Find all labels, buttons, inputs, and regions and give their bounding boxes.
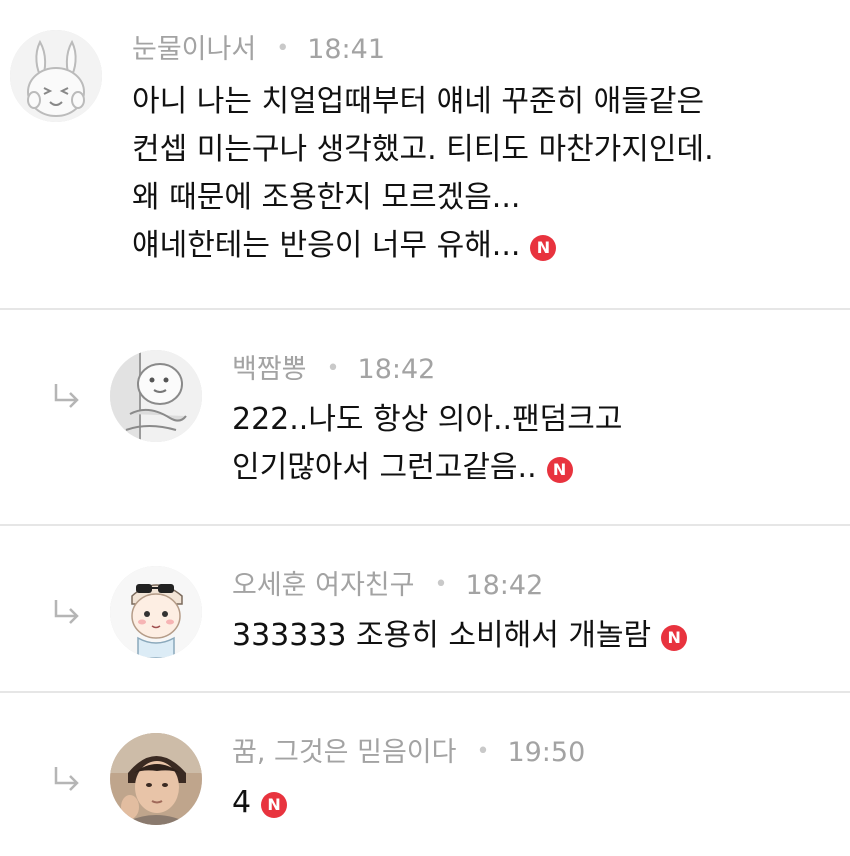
comment-line-last: 인기많아서 그런고같음.. N	[232, 444, 622, 492]
comment-meta: 오세훈 여자친구 • 18:42	[232, 568, 543, 603]
bunny-face-icon	[10, 30, 102, 122]
peeking-character-icon	[110, 350, 202, 442]
comment-line: 아니 나는 치얼업때부터 얘네 꾸준히 애들같은	[132, 84, 705, 119]
comment-body: 222..나도 항상 의아..팬덤크고 인기많아서 그런고같음.. N	[232, 396, 622, 492]
new-badge-icon: N	[546, 457, 573, 483]
author-name[interactable]: 백짬뽕	[232, 354, 307, 385]
comment-time: 19:50	[507, 737, 586, 768]
comment-time: 18:42	[357, 354, 436, 385]
reply-item: 꿈, 그것은 믿음이다 • 19:50 4N	[0, 693, 850, 856]
comment-line-text: 333333 조용히 소비해서 개놀람	[232, 618, 652, 653]
new-badge-icon: N	[530, 235, 557, 261]
new-badge-icon: N	[661, 625, 688, 651]
author-name[interactable]: 꿈, 그것은 믿음이다	[232, 737, 456, 768]
commenter-avatar[interactable]	[110, 733, 202, 825]
commenter-avatar[interactable]	[10, 30, 102, 122]
separator-dot: •	[434, 572, 448, 597]
author-name[interactable]: 눈물이나서	[132, 34, 256, 65]
commenter-avatar[interactable]	[110, 350, 202, 442]
comment-item: 눈물이나서 • 18:41 아니 나는 치얼업때부터 얘네 꾸준히 애들같은 컨셉 …	[0, 0, 850, 310]
new-badge-icon: N	[261, 792, 288, 818]
reply-item: 오세훈 여자친구 • 18:42 333333 조용히 소비해서 개놀람 N	[0, 526, 850, 692]
reply-item: 백짬뽕 • 18:42 222..나도 항상 의아..팬덤크고 인기많아서 그런고같…	[0, 310, 850, 525]
comment-line-last: 4N	[232, 779, 288, 827]
comment-line-last: 얘네한테는 반응이 너무 유해... N	[132, 222, 714, 270]
comment-line-last: 333333 조용히 소비해서 개놀람 N	[232, 612, 688, 660]
comment-time: 18:41	[307, 34, 385, 65]
comment-line-text: 인기많아서 그런고같음..	[232, 450, 537, 485]
comment-body: 333333 조용히 소비해서 개놀람 N	[232, 612, 688, 660]
comment-body: 4N	[232, 779, 288, 827]
comment-body: 아니 나는 치얼업때부터 얘네 꾸준히 애들같은 컨셉 미는구나 생각했고. 티…	[132, 78, 714, 270]
reply-arrow-icon	[54, 384, 79, 408]
comment-line: 컨셉 미는구나 생각했고. 티티도 마찬가지인데.	[132, 132, 714, 167]
comment-line-text: 얘네한테는 반응이 너무 유해...	[132, 228, 521, 263]
reply-arrow-icon	[54, 600, 79, 624]
comment-line: 222..나도 항상 의아..팬덤크고	[232, 402, 623, 437]
profile-photo	[110, 733, 202, 825]
comment-time: 18:42	[465, 570, 544, 601]
comment-meta: 눈물이나서 • 18:41	[132, 32, 385, 67]
comment-meta: 꿈, 그것은 믿음이다 • 19:50	[232, 735, 585, 770]
comment-line-text: 4	[232, 785, 252, 820]
comment-line: 왜 때문에 조용한지 모르겠음...	[132, 180, 521, 215]
comment-meta: 백짬뽕 • 18:42	[232, 352, 435, 387]
author-name[interactable]: 오세훈 여자친구	[232, 570, 414, 601]
commenter-avatar[interactable]	[110, 566, 202, 658]
separator-dot: •	[326, 356, 340, 381]
separator-dot: •	[476, 739, 490, 764]
reply-arrow-icon	[54, 767, 79, 791]
cartoon-boy-sunglasses-icon	[110, 566, 202, 658]
separator-dot: •	[276, 36, 290, 61]
